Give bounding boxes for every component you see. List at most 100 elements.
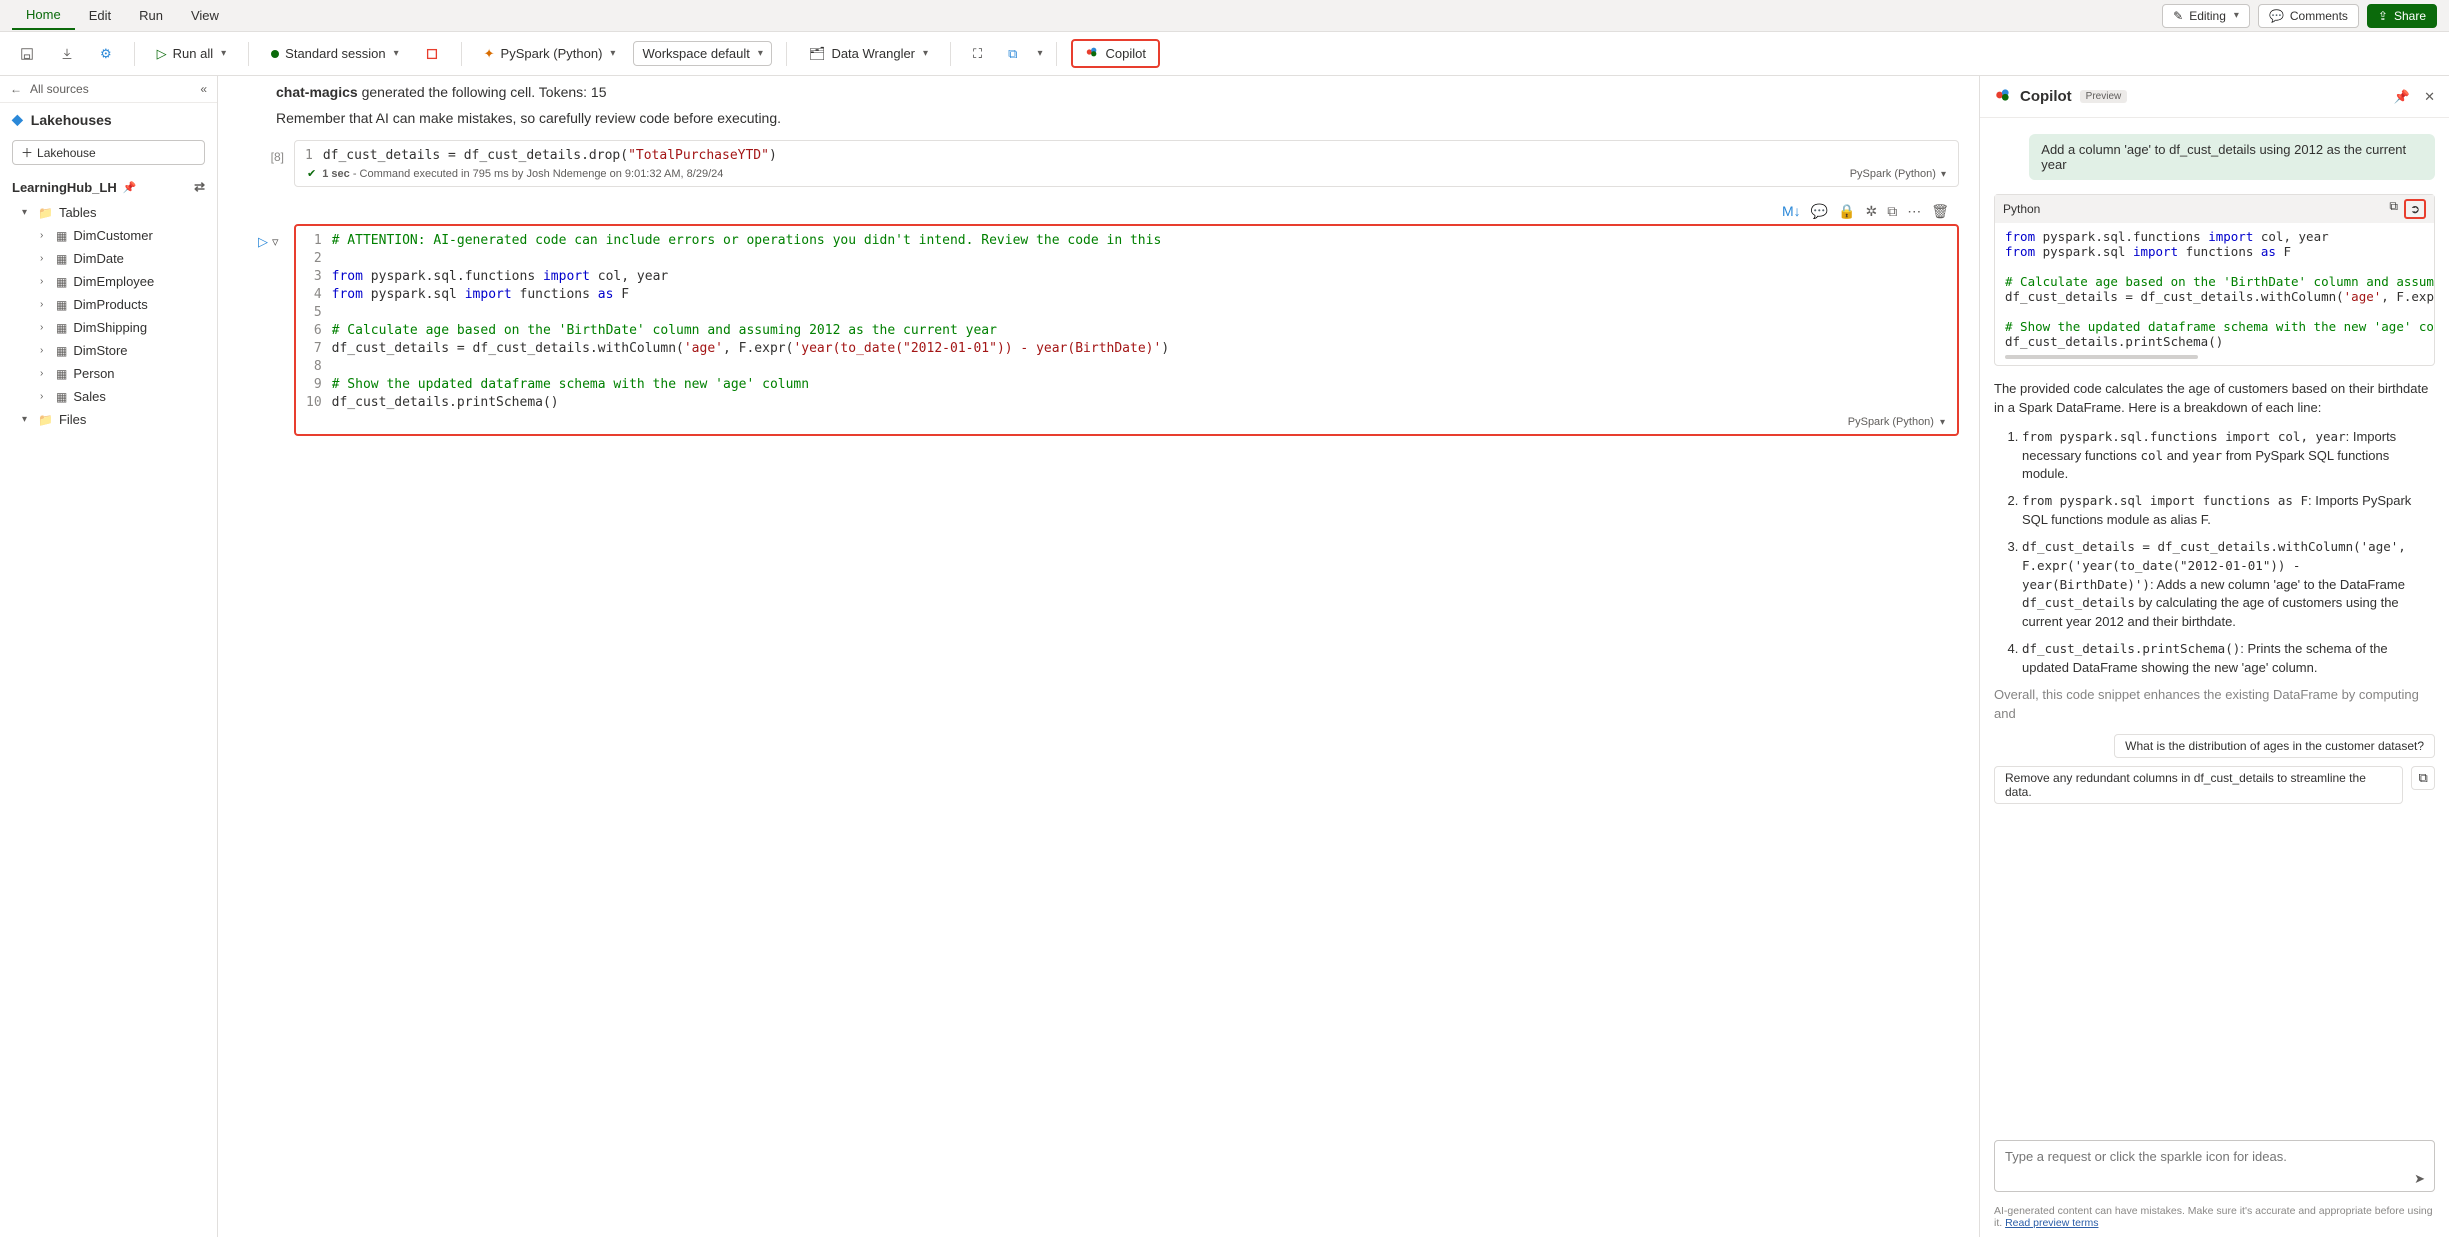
run-below-icon[interactable]: ▿ bbox=[272, 234, 279, 250]
copilot-logo-icon bbox=[1994, 86, 2012, 107]
frame-icon[interactable]: ⛶ bbox=[965, 42, 990, 66]
vscode-icon[interactable]: ⧉ bbox=[1000, 42, 1025, 66]
tree-files[interactable]: ▾ Files bbox=[4, 408, 213, 431]
copilot-icon bbox=[1085, 45, 1099, 62]
chevron-right-icon: › bbox=[40, 253, 50, 264]
send-icon[interactable]: ➤ bbox=[2414, 1171, 2425, 1187]
copy-suggestion-icon[interactable]: ⧉ bbox=[2411, 766, 2435, 790]
breakdown-item: df_cust_details.printSchema(): Prints th… bbox=[2022, 640, 2435, 678]
run-cell-icon[interactable]: ▷ bbox=[258, 234, 268, 250]
chevron-down-icon[interactable]: ▾ bbox=[1941, 169, 1946, 180]
tree-table-item[interactable]: ›DimStore bbox=[4, 339, 213, 362]
lock-icon[interactable]: 🔒 bbox=[1838, 203, 1855, 220]
table-name: Sales bbox=[73, 389, 106, 404]
all-sources-label[interactable]: All sources bbox=[30, 82, 89, 96]
table-name: DimShipping bbox=[73, 320, 147, 335]
copilot-suggestion[interactable]: What is the distribution of ages in the … bbox=[2114, 734, 2435, 758]
insert-code-icon[interactable]: ➲ bbox=[2404, 199, 2426, 219]
table-icon bbox=[56, 297, 67, 312]
chevron-right-icon: › bbox=[40, 345, 50, 356]
user-prompt-bubble: Add a column 'age' to df_cust_details us… bbox=[2029, 134, 2435, 180]
lakehouse-name[interactable]: LearningHub_LH bbox=[12, 180, 117, 195]
tab-home[interactable]: Home bbox=[12, 1, 75, 30]
wrangler-label: Data Wrangler bbox=[831, 46, 915, 61]
exec-status-text: 1 sec - Command executed in 795 ms by Jo… bbox=[322, 168, 723, 180]
run-all-label: Run all bbox=[173, 46, 213, 61]
editing-mode-button[interactable]: ✎ Editing ▾ bbox=[2162, 4, 2250, 28]
files-label: Files bbox=[59, 412, 86, 427]
run-all-button[interactable]: ▷ Run all ▾ bbox=[149, 42, 235, 66]
back-arrow-icon[interactable]: ← bbox=[10, 82, 22, 96]
check-icon: ✔ bbox=[307, 167, 316, 180]
tree-table-item[interactable]: ›DimCustomer bbox=[4, 224, 213, 247]
chevron-down-icon[interactable]: ▾ bbox=[1037, 48, 1042, 59]
table-name: DimDate bbox=[73, 251, 124, 266]
collapse-sidebar-icon[interactable]: « bbox=[200, 82, 207, 96]
more-icon[interactable]: ⋯ bbox=[1907, 203, 1921, 220]
environment-dropdown[interactable]: Workspace default ▾ bbox=[633, 41, 771, 66]
code-cell[interactable]: [8] 1 df_cust_details = df_cust_details.… bbox=[238, 140, 1959, 187]
pin-icon[interactable]: 📌 bbox=[123, 181, 137, 194]
data-wrangler-button[interactable]: 🗂 Data Wrangler ▾ bbox=[801, 42, 936, 66]
add-lakehouse-button[interactable]: ＋ Lakehouse bbox=[12, 140, 205, 165]
folder-icon bbox=[38, 412, 53, 427]
chevron-right-icon: › bbox=[40, 299, 50, 310]
copilot-suggestion[interactable]: Remove any redundant columns in df_cust_… bbox=[1994, 766, 2403, 804]
chevron-down-icon: ▾ bbox=[758, 48, 763, 59]
delete-cell-icon[interactable]: 🗑 bbox=[1931, 203, 1949, 220]
copilot-explain-intro: The provided code calculates the age of … bbox=[1994, 380, 2435, 418]
freeze-icon[interactable]: ✲ bbox=[1865, 203, 1877, 220]
copy-code-icon[interactable]: ⧉ bbox=[2389, 199, 2398, 219]
copilot-input[interactable] bbox=[1994, 1140, 2435, 1192]
tree-table-item[interactable]: ›DimShipping bbox=[4, 316, 213, 339]
add-lakehouse-label: Lakehouse bbox=[37, 146, 96, 160]
tree-table-item[interactable]: ›DimEmployee bbox=[4, 270, 213, 293]
save-icon[interactable] bbox=[12, 43, 42, 65]
tree-table-item[interactable]: › DimDate bbox=[4, 247, 213, 270]
table-name: Person bbox=[73, 366, 114, 381]
toggle-output-icon[interactable]: ⧉ bbox=[1887, 203, 1897, 220]
explorer-sidebar: ← All sources « ◆ Lakehouses ＋ Lakehouse… bbox=[0, 76, 218, 1237]
code-cell-active[interactable]: M↓ 💬 🔒 ✲ ⧉ ⋯ 🗑 ▷ ▿ 12345678 bbox=[238, 201, 1959, 436]
tab-view[interactable]: View bbox=[177, 2, 233, 29]
table-name: DimProducts bbox=[73, 297, 147, 312]
share-icon: ⇪ bbox=[2378, 9, 2388, 23]
chevron-down-icon: ▾ bbox=[923, 48, 928, 59]
spark-icon: ✦ bbox=[484, 46, 495, 62]
comment-cell-icon[interactable]: 💬 bbox=[1811, 203, 1828, 220]
tab-edit[interactable]: Edit bbox=[75, 2, 125, 29]
language-dropdown[interactable]: ✦ PySpark (Python) ▾ bbox=[476, 42, 624, 66]
copilot-overall-text: Overall, this code snippet enhances the … bbox=[1994, 686, 2435, 724]
share-button[interactable]: ⇪ Share bbox=[2367, 4, 2437, 28]
settings-icon[interactable]: ⚙ bbox=[92, 42, 120, 66]
tree-table-item[interactable]: ›Person bbox=[4, 362, 213, 385]
close-panel-icon[interactable]: ✕ bbox=[2424, 89, 2435, 105]
table-icon bbox=[56, 274, 67, 289]
tree-table-item[interactable]: ›Sales bbox=[4, 385, 213, 408]
refresh-icon[interactable]: ⇄ bbox=[194, 179, 205, 195]
plus-icon: ＋ bbox=[21, 144, 33, 161]
editing-label: Editing bbox=[2189, 9, 2226, 23]
chevron-right-icon: › bbox=[40, 230, 50, 241]
comments-button[interactable]: 💬 Comments bbox=[2258, 4, 2359, 28]
cell-language-label[interactable]: PySpark (Python) bbox=[1848, 416, 1934, 428]
chevron-down-icon[interactable]: ▾ bbox=[1940, 417, 1945, 428]
chevron-down-icon: ▾ bbox=[2234, 10, 2239, 21]
markdown-icon[interactable]: M↓ bbox=[1782, 203, 1801, 220]
session-dropdown[interactable]: Standard session ▾ bbox=[263, 42, 406, 65]
generated-cell-info: chat-magics generated the following cell… bbox=[276, 84, 1959, 100]
chevron-down-icon: ▾ bbox=[22, 414, 32, 425]
cell-language-label[interactable]: PySpark (Python) bbox=[1850, 168, 1936, 180]
tree-table-item[interactable]: › DimProducts bbox=[4, 293, 213, 316]
tab-run[interactable]: Run bbox=[125, 2, 177, 29]
preview-terms-link[interactable]: Read preview terms bbox=[2005, 1217, 2098, 1229]
stop-button[interactable] bbox=[417, 43, 447, 65]
copilot-label: Copilot bbox=[1105, 46, 1145, 61]
download-icon[interactable] bbox=[52, 43, 82, 65]
copilot-button[interactable]: Copilot bbox=[1071, 39, 1159, 68]
tree-tables[interactable]: ▾ Tables bbox=[4, 201, 213, 224]
breakdown-item: from pyspark.sql import functions as F: … bbox=[2022, 492, 2435, 530]
copilot-code-block: Python ⧉ ➲ from pyspark.sql.functions im… bbox=[1994, 194, 2435, 366]
pin-panel-icon[interactable]: 📌 bbox=[2394, 89, 2410, 105]
folder-icon bbox=[38, 205, 53, 220]
